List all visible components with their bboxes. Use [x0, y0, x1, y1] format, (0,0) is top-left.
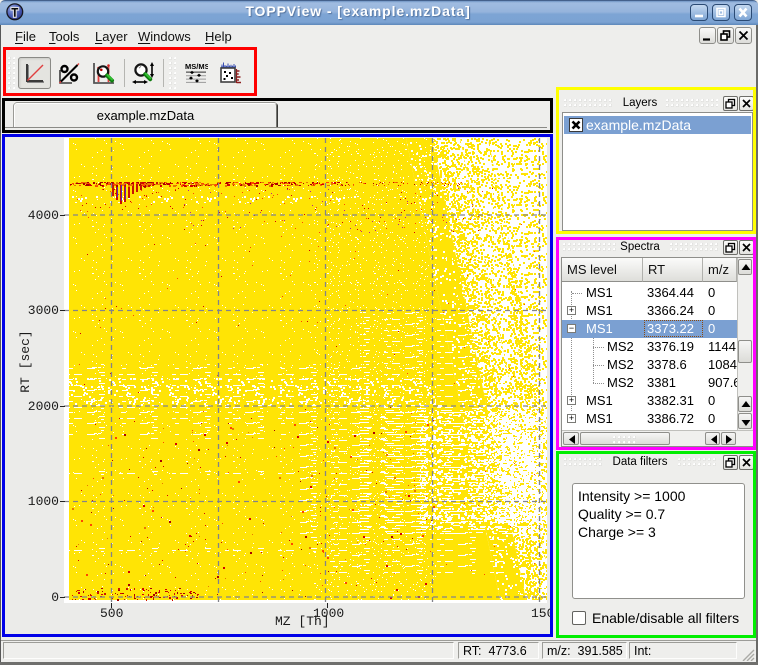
svg-text:MS/MS: MS/MS: [185, 62, 208, 71]
